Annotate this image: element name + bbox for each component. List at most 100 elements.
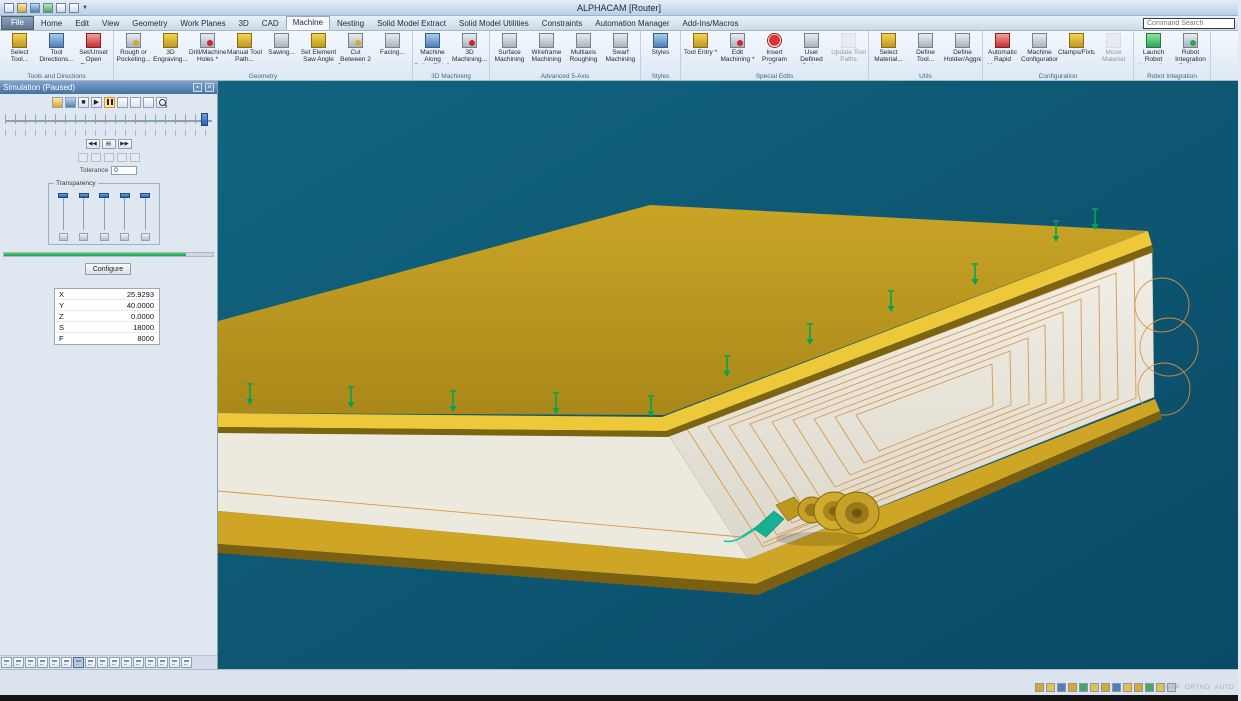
tab-home[interactable]: Home (35, 18, 68, 30)
auto-toggle[interactable]: AUTO (1215, 684, 1234, 691)
transparency-slider-4[interactable] (118, 193, 132, 241)
view-toolbar-icon-10[interactable] (109, 657, 120, 668)
define-holder-aggregate-button[interactable]: Define Holder/Aggregate... (944, 32, 981, 63)
robot-integration-settings-button[interactable]: Robot Integration Settings (1172, 32, 1209, 64)
sim-speed-icon[interactable] (117, 97, 128, 108)
swarf-machining-button[interactable]: Swarf Machining (602, 32, 639, 63)
step-back-button[interactable]: ◀◀ (86, 139, 100, 149)
undo-icon[interactable] (56, 3, 66, 13)
status-tool-icon-8[interactable] (1112, 683, 1121, 692)
sim-option-icon-3[interactable] (104, 153, 114, 162)
styles-button[interactable]: Styles (642, 32, 679, 56)
save-icon[interactable] (30, 3, 40, 13)
wireframe-machining-button[interactable]: Wireframe Machining (528, 32, 565, 63)
tab-geometry[interactable]: Geometry (126, 18, 173, 30)
sim-option-icon-4[interactable] (117, 153, 127, 162)
tab-work-planes[interactable]: Work Planes (174, 18, 231, 30)
slider-handle[interactable] (201, 113, 208, 126)
tab-add-ins-macros[interactable]: Add-Ins/Macros (677, 18, 745, 30)
sim-zoom-icon[interactable] (156, 97, 167, 108)
sim-display-mode-icon[interactable] (52, 97, 63, 108)
view-toolbar-icon-11[interactable] (121, 657, 132, 668)
engraving-3d-button[interactable]: 3D Engraving... (152, 32, 189, 63)
machine-configuration-button[interactable]: Machine Configuration * (1021, 32, 1058, 64)
operation-list-button[interactable]: ▤ (102, 139, 116, 149)
close-panel-icon[interactable]: × (205, 83, 214, 92)
pin-panel-icon[interactable]: ▪ (193, 83, 202, 92)
configure-button[interactable]: Configure (85, 263, 131, 275)
automatic-rapid-manager-button[interactable]: Automatic Rapid Manager... (984, 32, 1021, 64)
status-tool-icon-5[interactable] (1079, 683, 1088, 692)
quick-access-dropdown-icon[interactable]: ▼ (82, 5, 88, 11)
tab-cad[interactable]: CAD (256, 18, 285, 30)
pause-button[interactable] (104, 97, 115, 108)
status-tool-icon-2[interactable] (1046, 683, 1055, 692)
view-toolbar-icon-8[interactable] (85, 657, 96, 668)
tab-automation-manager[interactable]: Automation Manager (589, 18, 675, 30)
sim-report-icon[interactable] (143, 97, 154, 108)
user-defined-code-button[interactable]: User Defined Code * (793, 32, 830, 64)
transparency-slider-5[interactable] (138, 193, 152, 241)
view-toolbar-icon-12[interactable] (133, 657, 144, 668)
define-tool-button[interactable]: Define Tool... (907, 32, 944, 63)
transparency-slider-3[interactable] (97, 193, 111, 241)
sim-option-icon-2[interactable] (91, 153, 101, 162)
cut-between-2-geometries-button[interactable]: Cut Between 2 Geometries... (337, 32, 374, 64)
viewport-3d[interactable] (218, 81, 1238, 669)
launch-robot-integration-button[interactable]: Launch Robot Integration (1135, 32, 1172, 64)
open-file-icon[interactable] (17, 3, 27, 13)
view-toolbar-icon-9[interactable] (97, 657, 108, 668)
tab-nesting[interactable]: Nesting (331, 18, 370, 30)
tool-directions-button[interactable]: Tool Directions... (38, 32, 75, 63)
view-toolbar-icon-2[interactable] (13, 657, 24, 668)
view-toolbar-icon-14[interactable] (157, 657, 168, 668)
view-toolbar-icon-13[interactable] (145, 657, 156, 668)
print-icon[interactable] (43, 3, 53, 13)
edit-machining-button[interactable]: Edit Machining * (719, 32, 756, 63)
status-tool-icon-11[interactable] (1145, 683, 1154, 692)
status-tool-icon-1[interactable] (1035, 683, 1044, 692)
multiaxis-roughing-button[interactable]: Multiaxis Roughing (565, 32, 602, 63)
snap-toggle[interactable]: SNAP (1161, 684, 1180, 691)
select-material-button[interactable]: Select Material... (870, 32, 907, 63)
view-toolbar-icon-16[interactable] (181, 657, 192, 668)
status-tool-icon-3[interactable] (1057, 683, 1066, 692)
set-element-saw-angle-button[interactable]: Set Element Saw Angle (300, 32, 337, 63)
sawing-button[interactable]: Sawing... (263, 32, 300, 56)
status-tool-icon-7[interactable] (1101, 683, 1110, 692)
sim-option-icon-5[interactable] (130, 153, 140, 162)
tab-view[interactable]: View (96, 18, 125, 30)
sim-list-icon[interactable] (130, 97, 141, 108)
view-toolbar-icon-7[interactable] (73, 657, 84, 668)
sim-solid-view-icon[interactable] (65, 97, 76, 108)
tab-solid-model-extract[interactable]: Solid Model Extract (371, 18, 452, 30)
clamps-fixtures-button[interactable]: Clamps/Fixtures (1058, 32, 1095, 56)
tolerance-input[interactable] (111, 166, 137, 175)
ortho-toggle[interactable]: ORTHO (1185, 684, 1210, 691)
view-toolbar-icon-6[interactable] (61, 657, 72, 668)
view-toolbar-icon-3[interactable] (25, 657, 36, 668)
command-search-input[interactable] (1143, 18, 1235, 29)
play-button[interactable]: ▶ (91, 97, 102, 108)
tab-constraints[interactable]: Constraints (536, 18, 588, 30)
tab-solid-model-utilities[interactable]: Solid Model Utilities (453, 18, 535, 30)
machining-3d-button[interactable]: 3D Machining... (451, 32, 488, 63)
status-tool-icon-4[interactable] (1068, 683, 1077, 692)
view-toolbar-icon-1[interactable] (1, 657, 12, 668)
tab-3d[interactable]: 3D (233, 18, 255, 30)
transparency-slider-1[interactable] (56, 193, 70, 241)
transparency-slider-2[interactable] (77, 193, 91, 241)
simulation-progress-slider[interactable] (5, 111, 212, 129)
tab-edit[interactable]: Edit (69, 18, 95, 30)
view-toolbar-icon-5[interactable] (49, 657, 60, 668)
insert-program-stop-button[interactable]: Insert Program Stop (756, 32, 793, 64)
step-forward-button[interactable]: ▶▶ (118, 139, 132, 149)
view-toolbar-icon-4[interactable] (37, 657, 48, 668)
stop-button[interactable]: ■ (78, 97, 89, 108)
drill-machine-holes-button[interactable]: Drill/Machine Holes * (189, 32, 226, 63)
sim-option-icon-1[interactable] (78, 153, 88, 162)
tab-file[interactable]: File (1, 16, 34, 30)
surface-machining-button[interactable]: Surface Machining (491, 32, 528, 63)
view-toolbar-icon-15[interactable] (169, 657, 180, 668)
tool-entry-button[interactable]: Tool Entry * (682, 32, 719, 56)
